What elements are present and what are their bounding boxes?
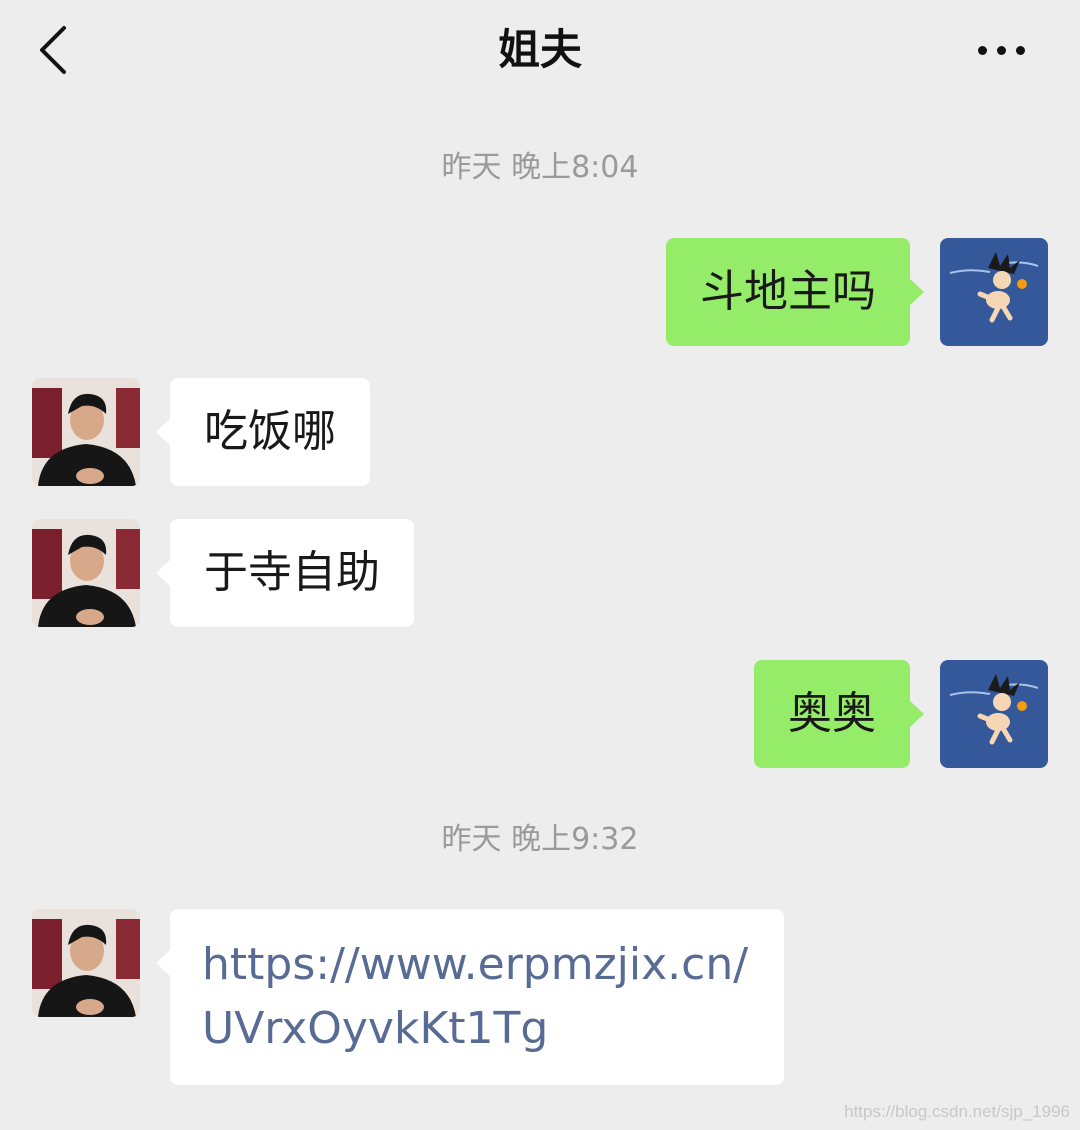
timestamp: 昨天 晚上8:04: [441, 150, 639, 185]
contact-avatar[interactable]: [32, 909, 140, 1017]
more-button[interactable]: [976, 30, 1036, 70]
message-text: 奥奥: [788, 688, 876, 739]
message-bubble-sent[interactable]: 斗地主吗: [666, 238, 924, 346]
more-dots-icon: [978, 46, 987, 55]
message-text: 斗地主吗: [700, 266, 876, 317]
chat-title: 姐夫: [497, 25, 582, 74]
contact-avatar[interactable]: [32, 378, 140, 486]
contact-avatar[interactable]: [32, 519, 140, 627]
my-avatar[interactable]: [940, 238, 1048, 346]
message-bubble-received[interactable]: 于寺自助: [156, 519, 414, 627]
my-avatar[interactable]: [940, 660, 1048, 768]
message-bubble-sent[interactable]: 奥奥: [754, 660, 924, 768]
timestamp: 昨天 晚上9:32: [441, 822, 639, 857]
message-bubble-received[interactable]: 吃饭哪: [156, 378, 370, 486]
message-text: 于寺自助: [204, 547, 380, 598]
message-bubble-link[interactable]: https://www.erpmzjix.cn/UVrxOyvkKt1Tg: [156, 909, 784, 1085]
message-link[interactable]: https://www.erpmzjix.cn/UVrxOyvkKt1Tg: [202, 939, 748, 1054]
chat-header: 姐夫: [0, 0, 1080, 100]
watermark: https://blog.csdn.net/sjp_1996: [844, 1102, 1070, 1121]
message-text: 吃饭哪: [204, 406, 336, 457]
